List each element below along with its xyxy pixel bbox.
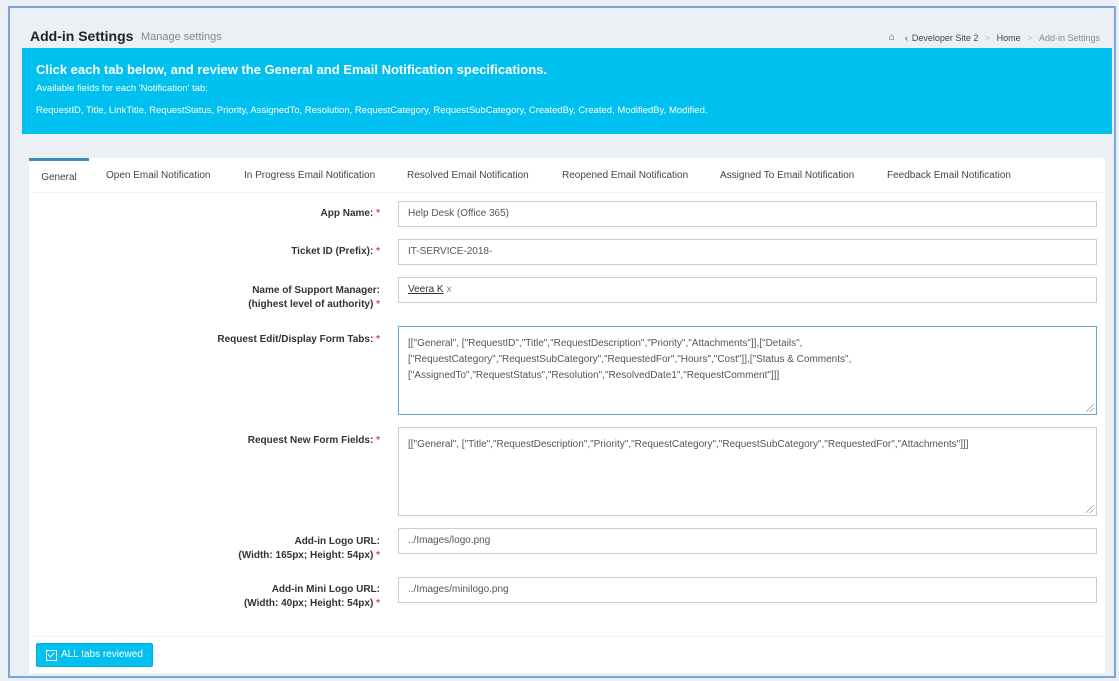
breadcrumb-separator: > bbox=[1024, 32, 1035, 43]
logo-url-label: Add-in Logo URL: (Width: 165px; Height: … bbox=[238, 535, 380, 563]
callout-fields-intro: Available fields for each 'Notification'… bbox=[36, 83, 208, 94]
info-callout: Click each tab below, and review the Gen… bbox=[22, 48, 1112, 134]
logo-url-label-line1: Add-in Logo URL: bbox=[294, 536, 380, 547]
page-subtitle: Manage settings bbox=[141, 31, 222, 43]
breadcrumb: ⌂ ‹ Developer Site 2 > Home > Add-in Set… bbox=[889, 32, 1100, 43]
remove-person-icon[interactable]: x bbox=[447, 284, 452, 295]
logo-url-input[interactable]: ../Images/logo.png bbox=[398, 528, 1097, 554]
app-name-label: App Name: * bbox=[321, 207, 380, 221]
callout-heading: Click each tab below, and review the Gen… bbox=[36, 62, 547, 77]
check-square-icon bbox=[46, 649, 57, 661]
general-form: App Name: * Help Desk (Office 365) Ticke… bbox=[29, 192, 1105, 636]
mini-logo-url-label: Add-in Mini Logo URL: (Width: 40px; Heig… bbox=[244, 583, 380, 611]
mini-logo-url-label-line2: (Width: 40px; Height: 54px) bbox=[243, 598, 374, 609]
tab-feedback-email-notification[interactable]: Feedback Email Notification bbox=[887, 158, 1011, 192]
edit-tabs-textarea[interactable]: [["General", ["RequestID","Title","Reque… bbox=[398, 326, 1097, 415]
mini-logo-url-input[interactable]: ../Images/minilogo.png bbox=[398, 577, 1097, 603]
chevron-left-icon: ‹ bbox=[904, 32, 908, 43]
edit-tabs-line: ["AssignedTo","RequestStatus","Resolutio… bbox=[408, 370, 780, 381]
required-mark: * bbox=[376, 334, 380, 345]
required-mark: * bbox=[376, 550, 380, 561]
tab-bar: General Open Email Notification In Progr… bbox=[29, 158, 1105, 193]
ticket-id-label: Ticket ID (Prefix): * bbox=[291, 245, 380, 259]
tab-in-progress-email-notification[interactable]: In Progress Email Notification bbox=[244, 158, 375, 192]
callout-fields-list: RequestID, Title, LinkTitle, RequestStat… bbox=[36, 105, 708, 116]
resize-handle-icon[interactable] bbox=[1086, 404, 1094, 412]
tab-assigned-to-email-notification[interactable]: Assigned To Email Notification bbox=[720, 158, 854, 192]
support-manager-label: Name of Support Manager: (highest level … bbox=[248, 284, 380, 312]
required-mark: * bbox=[376, 435, 380, 446]
new-fields-label: Request New Form Fields: * bbox=[248, 434, 380, 448]
app-name-input[interactable]: Help Desk (Office 365) bbox=[398, 201, 1097, 227]
breadcrumb-separator: > bbox=[982, 32, 993, 43]
logo-url-label-line2: (Width: 165px; Height: 54px) bbox=[238, 550, 374, 561]
new-fields-textarea[interactable]: [["General", ["Title","RequestDescriptio… bbox=[398, 427, 1097, 516]
required-mark: * bbox=[376, 598, 380, 609]
ticket-id-input[interactable]: IT-SERVICE-2018- bbox=[398, 239, 1097, 265]
all-tabs-reviewed-button[interactable]: ALL tabs reviewed bbox=[36, 643, 153, 667]
new-fields-label-text: Request New Form Fields: bbox=[247, 435, 374, 446]
ticket-id-label-text: Ticket ID (Prefix): bbox=[291, 246, 374, 257]
tab-open-email-notification[interactable]: Open Email Notification bbox=[106, 158, 211, 192]
required-mark: * bbox=[376, 299, 380, 310]
tab-reopened-email-notification[interactable]: Reopened Email Notification bbox=[562, 158, 688, 192]
required-mark: * bbox=[376, 246, 380, 257]
page-title: Add-in Settings bbox=[30, 28, 134, 44]
edit-tabs-label-text: Request Edit/Display Form Tabs: bbox=[217, 334, 374, 345]
edit-tabs-label: Request Edit/Display Form Tabs: * bbox=[217, 333, 380, 347]
all-tabs-reviewed-label: ALL tabs reviewed bbox=[61, 649, 143, 660]
breadcrumb-home[interactable]: Home bbox=[997, 33, 1021, 43]
tab-resolved-email-notification[interactable]: Resolved Email Notification bbox=[407, 158, 529, 192]
new-fields-value: [["General", ["Title","RequestDescriptio… bbox=[408, 439, 969, 450]
breadcrumb-developer-site[interactable]: Developer Site 2 bbox=[912, 33, 979, 43]
resize-handle-icon[interactable] bbox=[1086, 505, 1094, 513]
edit-tabs-line: [["General", ["RequestID","Title","Reque… bbox=[408, 338, 803, 349]
edit-tabs-line: ["RequestCategory","RequestSubCategory",… bbox=[408, 354, 852, 365]
home-icon[interactable]: ⌂ bbox=[889, 32, 895, 43]
support-manager-person[interactable]: Veera K bbox=[408, 284, 444, 295]
tab-general[interactable]: General bbox=[29, 158, 89, 195]
mini-logo-url-label-line1: Add-in Mini Logo URL: bbox=[271, 584, 380, 595]
settings-panel: General Open Email Notification In Progr… bbox=[29, 158, 1105, 636]
support-manager-label-line1: Name of Support Manager: bbox=[252, 285, 380, 296]
panel-footer: ALL tabs reviewed bbox=[29, 636, 1105, 673]
breadcrumb-current: Add-in Settings bbox=[1038, 32, 1100, 43]
support-manager-people-picker[interactable]: Veera Kx bbox=[398, 277, 1097, 303]
required-mark: * bbox=[376, 208, 380, 219]
support-manager-label-line2: (highest level of authority) bbox=[248, 299, 374, 310]
app-name-label-text: App Name: bbox=[320, 208, 374, 219]
